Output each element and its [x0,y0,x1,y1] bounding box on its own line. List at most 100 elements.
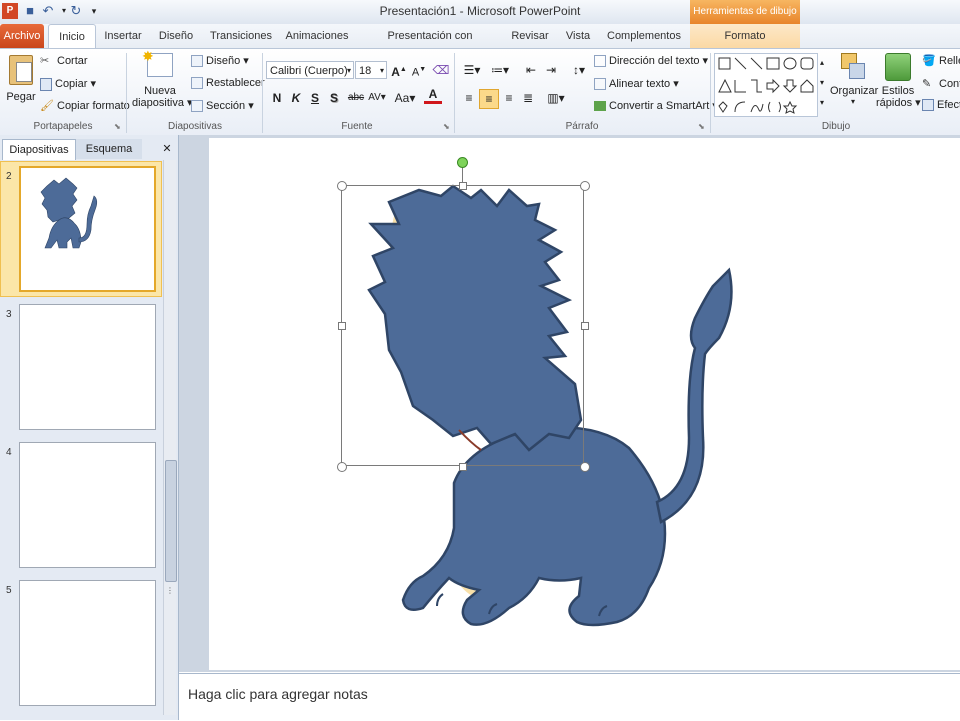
text-direction-label: Dirección del texto [609,55,700,67]
layout-label: Diseño [206,55,241,67]
tab-file[interactable]: Archivo [0,24,44,48]
notes-pane[interactable]: Haga clic para agregar notas [179,673,960,721]
paste-button[interactable]: Pegar [6,53,36,113]
tab-view[interactable]: Vista [560,24,596,48]
slide-number: 3 [6,309,12,320]
effects-icon [922,99,934,112]
tab-transitions[interactable]: Transiciones [206,24,276,48]
resize-handle[interactable] [337,181,347,191]
scrollbar-thumb[interactable] [165,460,177,582]
slide-thumbnail[interactable] [19,442,156,568]
strikethrough-button[interactable]: abc [344,89,368,107]
convert-smartart-button[interactable]: Convertir a SmartArt ▾ [594,99,718,112]
shape-outline-label: Contorno [939,77,960,90]
resize-handle[interactable] [459,182,467,190]
paintbrush-icon: 🖌 [40,100,54,112]
align-text-button[interactable]: Alinear texto ▾ [594,77,679,91]
shape-fill-button[interactable]: 🪣Relleno [922,54,960,68]
format-painter-label: Copiar formato [57,99,130,112]
text-direction-button[interactable]: Dirección del texto ▾ [594,54,708,68]
resize-handle[interactable] [459,463,467,471]
ribbon-tab-row: Archivo Inicio Insertar Diseño Transicio… [0,24,960,66]
bold-button[interactable]: N [268,89,286,107]
copy-button[interactable]: Copiar ▾ [40,77,96,91]
quick-styles-button[interactable]: Estilos rápidos ▾ [876,53,921,117]
font-name-combo[interactable]: Calibri (Cuerpo) ▾ [266,61,354,79]
tab-review[interactable]: Revisar [508,24,552,48]
clear-formatting-icon[interactable]: ⌫ [432,61,450,79]
paint-bucket-icon: 🪣 [922,55,936,67]
cut-button[interactable]: ✂ Cortar [40,54,88,68]
tab-animations[interactable]: Animaciones [284,24,350,48]
decrease-indent-icon[interactable]: ⇤ [522,61,540,79]
underline-button[interactable]: S [306,89,324,107]
align-center-icon[interactable]: ≡ [479,89,499,109]
drawing-tools-context-label: Herramientas de dibujo [690,0,800,24]
tab-outline[interactable]: Esquema [76,139,142,159]
resize-handle[interactable] [581,322,589,330]
slide-canvas[interactable] [209,138,960,670]
scrollbar-grip-icon: ⋮ [166,586,174,595]
tab-format[interactable]: Formato [690,24,800,48]
clipboard-icon [9,55,33,85]
font-launcher-icon[interactable]: ⬊ [443,122,450,131]
slide-thumbnail[interactable] [19,304,156,430]
notes-placeholder: Haga clic para agregar notas [188,686,368,702]
slide-thumbnail[interactable] [19,580,156,706]
shrink-font-icon[interactable]: A▼ [410,61,428,79]
layout-button[interactable]: Diseño ▾ [191,54,249,68]
new-slide-label-1: Nueva [144,85,176,97]
change-case-icon[interactable]: Aa▾ [394,89,416,107]
format-painter-button[interactable]: 🖌 Copiar formato [40,99,130,113]
close-panel-icon[interactable]: ✕ [160,141,174,157]
italic-button[interactable]: K [287,89,305,107]
line-spacing-icon[interactable]: ↕▾ [568,61,590,79]
new-slide-icon: ✸ [142,48,173,77]
tab-slides[interactable]: Diapositivas [2,139,76,160]
font-size-value: 18 [359,65,372,77]
tab-insert[interactable]: Insertar [98,24,148,48]
bullets-icon[interactable]: ☰▾ [460,61,484,79]
slides-panel-scrollbar[interactable]: ⋮ [163,160,177,715]
reset-button[interactable]: Restablecer [191,77,265,90]
paragraph-launcher-icon[interactable]: ⬊ [698,122,705,131]
rotation-handle[interactable] [457,157,468,168]
justify-icon[interactable]: ≣ [519,89,537,107]
resize-handle[interactable] [580,181,590,191]
quick-styles-label-1: Estilos [881,85,915,97]
slide-number: 5 [6,585,12,596]
new-slide-button[interactable]: ✸ Nueva diapositiva ▾ [132,48,193,117]
section-button[interactable]: Sección ▾ [191,99,254,113]
reset-label: Restablecer [206,77,265,89]
tab-design[interactable]: Diseño [154,24,198,48]
numbering-icon[interactable]: ≔▾ [488,61,512,79]
align-right-icon[interactable]: ≡ [500,89,518,107]
align-left-icon[interactable]: ≡ [460,89,478,107]
shape-outline-button[interactable]: ✎ Contorno [922,77,960,91]
slides-group-label: Diapositivas [168,121,222,132]
arrange-button[interactable]: Organizar ▾ [830,53,878,117]
font-color-icon[interactable]: A [424,87,442,104]
character-spacing-icon[interactable]: AV▾ [368,89,386,107]
drawing-group-label: Dibujo [821,121,851,132]
text-shadow-button[interactable]: S [325,89,343,107]
lion-drawing[interactable] [209,138,960,670]
font-size-combo[interactable]: 18 ▾ [355,61,387,79]
slide-thumbnail[interactable] [19,166,156,292]
shape-effects-button[interactable]: Efectos [922,99,960,112]
grow-font-icon[interactable]: A▲ [390,61,408,79]
resize-handle[interactable] [337,462,347,472]
tab-slideshow[interactable]: Presentación con diapositivas [360,24,500,66]
shapes-gallery[interactable] [714,53,818,117]
tab-home[interactable]: Inicio [48,24,96,48]
pencil-icon: ✎ [922,78,932,90]
resize-handle[interactable] [580,462,590,472]
clipboard-launcher-icon[interactable]: ⬊ [114,122,121,131]
shapes-gallery-scroll-icon[interactable]: ▴ ▾ ▾ [817,53,827,115]
increase-indent-icon[interactable]: ⇥ [542,61,560,79]
new-slide-label-2: diapositiva [132,97,184,109]
resize-handle[interactable] [338,322,346,330]
tab-addins[interactable]: Complementos [604,24,684,48]
smartart-icon [594,101,606,112]
columns-icon[interactable]: ▥▾ [545,89,567,107]
